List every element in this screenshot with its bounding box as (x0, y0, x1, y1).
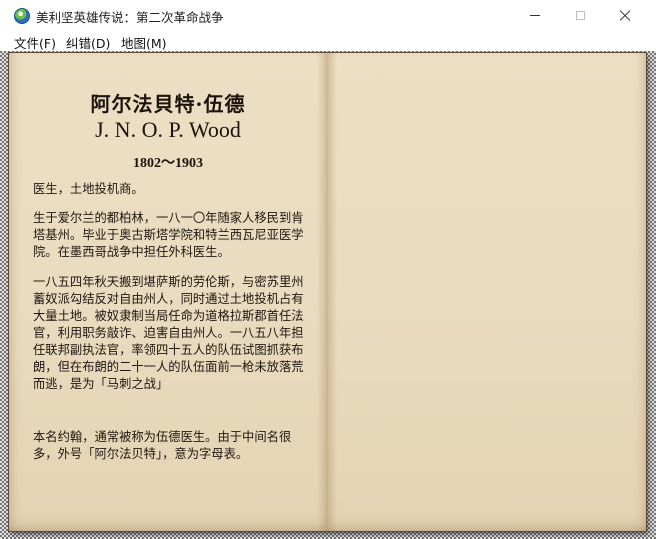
title-bar[interactable]: 美利坚英雄传说：第二次革命战争 (0, 0, 656, 31)
entry-lifespan: 1802～1903 (133, 156, 203, 171)
menu-map[interactable]: 地图(M) (121, 33, 167, 52)
menu-correction[interactable]: 纠错(D) (66, 33, 110, 52)
entry-name-chinese: 阿尔法貝特·伍德 (90, 92, 246, 116)
minimize-button[interactable] (512, 0, 558, 31)
menu-bar: 文件(F) 纠错(D) 地图(M) (0, 31, 656, 51)
bio-paragraph-occupation: 医生，土地投机商。 (33, 182, 144, 196)
entry-name-english: J. N. O. P. Wood (95, 117, 241, 142)
app-globe-icon (14, 8, 30, 24)
book-spine (317, 53, 337, 531)
close-icon (619, 10, 631, 22)
menu-file[interactable]: 文件(F) (14, 33, 56, 52)
left-page: 阿尔法貝特·伍德 J. N. O. P. Wood 1802～1903 医生，土… (9, 53, 327, 531)
open-book: 阿尔法貝特·伍德 J. N. O. P. Wood 1802～1903 医生，土… (9, 53, 646, 531)
close-button[interactable] (602, 0, 648, 31)
bio-paragraph-kansas: 一八五四年秋天搬到堪萨斯的劳伦斯，与密苏里州蓄奴派勾结反对自由州人，同时通过土地… (33, 275, 304, 391)
maximize-icon (575, 11, 585, 20)
right-page (327, 53, 646, 531)
minimize-icon (530, 15, 540, 16)
bio-paragraph-nickname: 本名约翰，通常被称为伍德医生。由于中间名很多，外号「阿尔法贝特」，意为字母表。 (33, 430, 292, 461)
window-title: 美利坚英雄传说：第二次革命战争 (36, 10, 224, 25)
maximize-button[interactable] (557, 0, 603, 31)
bio-paragraph-early-life: 生于爱尔兰的都柏林，一八一〇年随家人移民到肯塔基州。毕业于奥古斯塔学院和特兰西瓦… (33, 211, 304, 259)
